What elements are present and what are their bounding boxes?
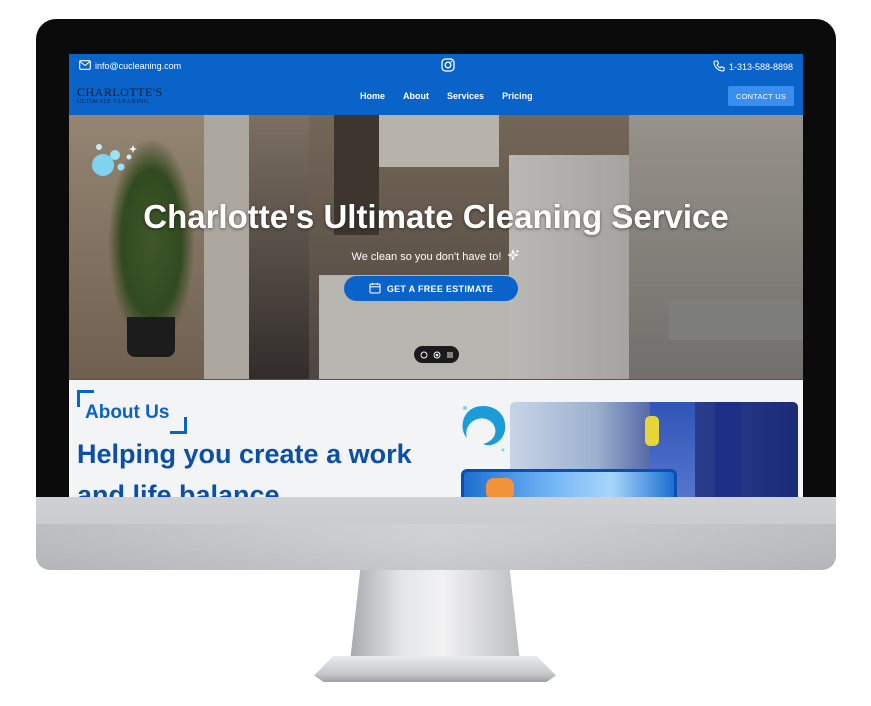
hero-overlay <box>69 115 803 379</box>
nav-item-home[interactable]: Home <box>360 91 385 101</box>
nav-item-about[interactable]: About <box>403 91 429 101</box>
nav-item-services[interactable]: Services <box>447 91 484 101</box>
free-estimate-label: GET A FREE ESTIMATE <box>386 283 494 294</box>
monitor-stand-neck <box>350 570 520 662</box>
mail-icon <box>79 60 91 72</box>
hero-subtitle: We clean so you don't have to! <box>351 250 502 263</box>
sparkles-icon <box>507 249 520 265</box>
monitor-bezel: info@cucleaning.com 1-313-588-8898 CHARL… <box>36 19 836 497</box>
photo-glove <box>645 416 659 446</box>
swirl-icon <box>453 398 513 463</box>
bracket-bottom-right <box>170 417 187 434</box>
monitor-stand-base <box>314 656 556 682</box>
nav-item-pricing[interactable]: Pricing <box>502 91 533 101</box>
phone-link[interactable]: 1-313-588-8898 <box>713 60 793 74</box>
cleaning-photo-secondary <box>461 469 677 497</box>
toggle-icon[interactable] <box>433 346 441 364</box>
email-text: info@cucleaning.com <box>95 61 182 71</box>
email-link[interactable]: info@cucleaning.com <box>79 60 181 72</box>
photo-glove-orange <box>486 478 514 497</box>
hero-section: Charlotte's Ultimate Cleaning Service We… <box>69 115 803 379</box>
hero-subtitle-row: We clean so you don't have to! <box>69 249 803 265</box>
calendar-icon <box>369 282 381 296</box>
nav-menu: Home About Services Pricing <box>360 91 533 101</box>
logo-line2: ULTIMATE CLEANING <box>77 99 149 105</box>
photo-door <box>715 402 741 497</box>
about-headline: Helping you create a work and life balan… <box>77 439 412 497</box>
monitor-chin <box>36 497 836 570</box>
contact-us-button[interactable]: CONTACT US <box>728 86 794 106</box>
menu-icon[interactable] <box>446 346 454 364</box>
chat-icon[interactable] <box>420 346 428 364</box>
hero-title: Charlotte's Ultimate Cleaning Service <box>143 198 729 235</box>
bubbles-icon <box>89 139 149 194</box>
phone-text: 1-313-588-8898 <box>728 62 793 72</box>
website-screen: info@cucleaning.com 1-313-588-8898 CHARL… <box>69 54 803 497</box>
about-section: About Us Helping you create a work and l… <box>69 379 803 497</box>
logo-line1: CHARLOTTE'S <box>77 85 163 99</box>
phone-icon <box>713 60 725 74</box>
monitor-frame: info@cucleaning.com 1-313-588-8898 CHARL… <box>36 19 836 570</box>
free-estimate-button[interactable]: GET A FREE ESTIMATE <box>344 276 518 301</box>
instagram-icon[interactable] <box>441 58 455 74</box>
main-navbar: CHARLOTTE'S ULTIMATE CLEANING Home About… <box>69 78 803 115</box>
top-contact-bar: info@cucleaning.com 1-313-588-8898 <box>69 54 803 78</box>
hero-widget-controls <box>414 346 459 363</box>
about-label: About Us <box>85 402 170 423</box>
site-logo[interactable]: CHARLOTTE'S ULTIMATE CLEANING <box>77 86 163 105</box>
